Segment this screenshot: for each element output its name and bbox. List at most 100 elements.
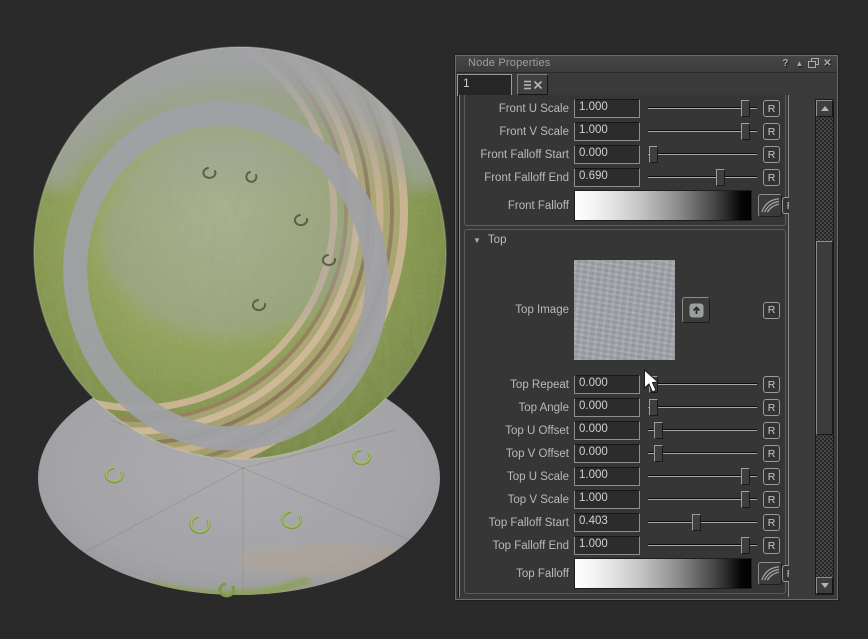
image-load-icon	[688, 302, 705, 319]
slider[interactable]	[648, 376, 757, 393]
value-input[interactable]: 1.000	[574, 490, 640, 509]
slider[interactable]	[648, 100, 757, 117]
slider[interactable]	[648, 445, 757, 462]
viewport-3d-render[interactable]	[0, 0, 455, 634]
front-falloff-gradient[interactable]	[574, 190, 752, 221]
curve-edit-icon	[759, 197, 781, 214]
close-icon[interactable]: ✕	[821, 57, 834, 70]
value-input[interactable]: 1.000	[574, 122, 640, 141]
vertical-scrollbar[interactable]	[815, 99, 834, 595]
slider-track	[648, 177, 757, 178]
reset-button[interactable]: R	[763, 422, 780, 439]
property-row: Top Falloff Start 0.403 R	[466, 511, 780, 534]
reset-button[interactable]: R	[763, 399, 780, 416]
slider-handle[interactable]	[649, 399, 658, 416]
reset-button[interactable]: R	[763, 169, 780, 186]
top-image-load-button[interactable]	[682, 297, 710, 323]
titlebar-buttons: ? ▲ ✕	[779, 57, 834, 70]
node-list-button[interactable]	[517, 74, 548, 95]
slider-handle[interactable]	[741, 468, 750, 485]
slider[interactable]	[648, 146, 757, 163]
value-input[interactable]: 0.000	[574, 145, 640, 164]
value-input[interactable]: 0.000	[574, 375, 640, 394]
node-index-input[interactable]: 1	[457, 74, 512, 96]
property-label: Top Angle	[466, 402, 574, 414]
slider-track	[648, 407, 757, 408]
top-image-thumbnail[interactable]	[574, 260, 675, 360]
value-input[interactable]: 0.403	[574, 513, 640, 532]
front-falloff-curve-button[interactable]	[758, 194, 782, 217]
property-row: Top Falloff End 1.000 R	[466, 534, 780, 557]
slider-handle[interactable]	[654, 445, 663, 462]
property-label: Top Repeat	[466, 379, 574, 391]
slider-handle[interactable]	[654, 422, 663, 439]
reset-button[interactable]: R	[763, 468, 780, 485]
slider[interactable]	[648, 169, 757, 186]
top-falloff-row: Top Falloff R	[466, 557, 780, 590]
slider[interactable]	[648, 514, 757, 531]
scrollbar-thumb[interactable]	[816, 241, 833, 435]
reset-button[interactable]: R	[763, 445, 780, 462]
reset-button[interactable]: R	[763, 537, 780, 554]
value-input[interactable]: 1.000	[574, 536, 640, 555]
reset-button[interactable]: R	[763, 100, 780, 117]
top-image-reset-button[interactable]: R	[763, 302, 780, 319]
slider-handle[interactable]	[741, 123, 750, 140]
reset-button[interactable]: R	[763, 123, 780, 140]
help-icon[interactable]: ?	[779, 57, 792, 70]
value-input[interactable]: 1.000	[574, 99, 640, 118]
property-label: Top Falloff End	[466, 540, 574, 552]
value-input[interactable]: 0.690	[574, 168, 640, 187]
slider-track	[648, 453, 757, 454]
slider-handle[interactable]	[649, 376, 658, 393]
property-row: Top Repeat 0.000 R	[466, 373, 780, 396]
front-falloff-row: Front Falloff R	[466, 189, 780, 222]
grass-ball-render	[0, 0, 455, 634]
slider[interactable]	[648, 422, 757, 439]
section-top-header[interactable]: ▼ Top	[466, 231, 780, 249]
value-input[interactable]: 0.000	[574, 421, 640, 440]
restore-window-icon[interactable]	[807, 57, 820, 70]
slider[interactable]	[648, 491, 757, 508]
top-falloff-reset-button[interactable]: R	[782, 565, 789, 582]
property-label: Top U Offset	[466, 425, 574, 437]
section-collapse-icon[interactable]: ▼	[473, 236, 481, 245]
scroll-down-button[interactable]	[816, 577, 833, 594]
property-label: Front U Scale	[466, 103, 574, 115]
property-row: Top V Scale 1.000 R	[466, 488, 780, 511]
slider-handle[interactable]	[716, 169, 725, 186]
top-falloff-gradient[interactable]	[574, 558, 752, 589]
slider[interactable]	[648, 468, 757, 485]
triangle-up-icon	[821, 106, 829, 111]
top-image-label: Top Image	[466, 304, 574, 316]
front-rows: Front U Scale 1.000 R Front V Scale 1.00…	[466, 97, 780, 189]
property-row: Front Falloff End 0.690 R	[466, 166, 780, 189]
slider-handle[interactable]	[741, 537, 750, 554]
collapse-icon[interactable]: ▲	[793, 57, 806, 70]
section-front: Front U Scale 1.000 R Front V Scale 1.00…	[464, 95, 786, 226]
property-label: Top V Scale	[466, 494, 574, 506]
front-falloff-reset-button[interactable]: R	[782, 197, 789, 214]
reset-button[interactable]: R	[763, 146, 780, 163]
slider-handle[interactable]	[741, 100, 750, 117]
property-row: Front Falloff Start 0.000 R	[466, 143, 780, 166]
top-rows: Top Repeat 0.000 R Top Angle 0.000 R Top…	[466, 373, 780, 557]
slider-handle[interactable]	[741, 491, 750, 508]
slider-handle[interactable]	[692, 514, 701, 531]
value-input[interactable]: 0.000	[574, 444, 640, 463]
reset-button[interactable]: R	[763, 514, 780, 531]
top-falloff-curve-button[interactable]	[758, 562, 782, 585]
reset-button[interactable]: R	[763, 491, 780, 508]
slider[interactable]	[648, 399, 757, 416]
slider-track	[648, 384, 757, 385]
property-label: Top U Scale	[466, 471, 574, 483]
reset-button[interactable]: R	[763, 376, 780, 393]
slider-handle[interactable]	[649, 146, 658, 163]
slider[interactable]	[648, 537, 757, 554]
scroll-up-button[interactable]	[816, 100, 833, 117]
value-input[interactable]: 0.000	[574, 398, 640, 417]
panel-titlebar[interactable]: Node Properties ? ▲ ✕	[456, 56, 837, 73]
slider[interactable]	[648, 123, 757, 140]
value-input[interactable]: 1.000	[574, 467, 640, 486]
curve-edit-icon	[759, 565, 781, 582]
